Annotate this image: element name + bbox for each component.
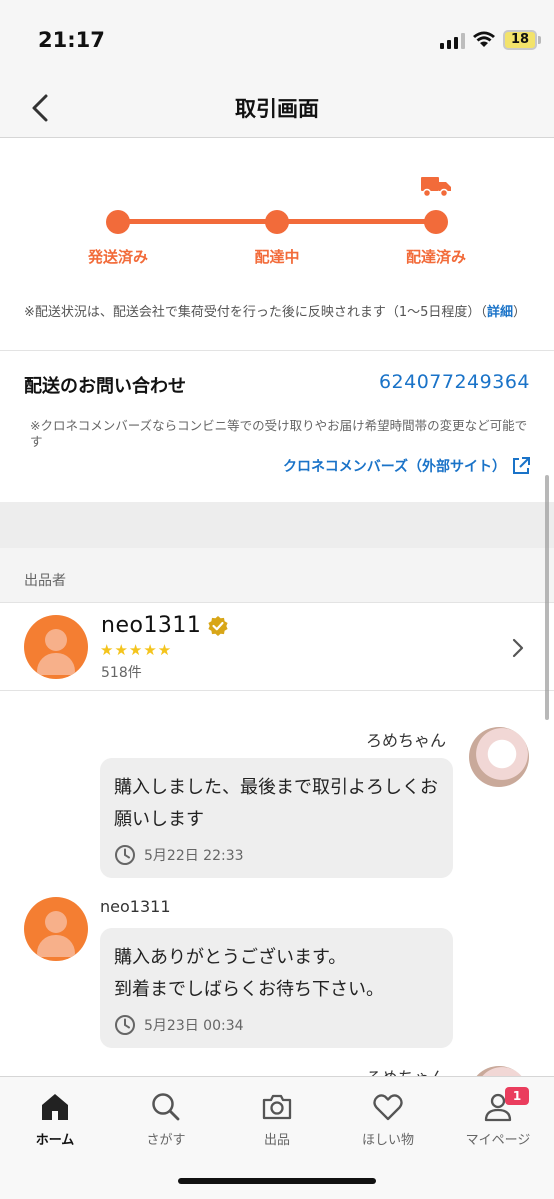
tab-label: ほしい物 [361, 1133, 414, 1148]
shipping-progress: 発送済み 配達中 配達済み ※配送状況は、配送会社で集荷受付を行った後に反映され… [0, 140, 554, 350]
tab-search[interactable]: さがす [111, 1091, 221, 1148]
wifi-icon [473, 31, 495, 47]
message-text: 購入ありがとうございます。 到着までしばらくお待ち下さい。 [114, 947, 384, 1000]
progress-note-end: ） [512, 305, 526, 320]
verified-badge-icon [208, 616, 228, 636]
status-time: 21:17 [38, 28, 105, 52]
status-bar: 21:17 18 [0, 0, 554, 80]
heart-icon [373, 1094, 403, 1121]
battery-tip [538, 36, 541, 44]
step-label-in-transit: 配達中 [254, 248, 300, 266]
external-link-icon [513, 457, 530, 474]
progress-dot-delivered [424, 210, 448, 234]
inquiry-note: ※クロネコメンバーズならコンビニ等での受け取りやお届け希望時間帯の変更など可能で… [30, 418, 528, 449]
page-title: 取引画面 [235, 97, 319, 121]
inquiry-title: 配送のお問い合わせ [24, 376, 186, 397]
message-bubble: 購入ありがとうございます。 到着までしばらくお待ち下さい。 5月23日 00:3… [100, 928, 453, 1048]
chevron-right-icon [512, 638, 524, 658]
message-timestamp: 5月22日 22:33 [114, 844, 244, 866]
progress-dot-in-transit [265, 210, 289, 234]
transaction-screen: 21:17 18 取引画面 発送済み 配達中 配達済み ※配送状況は、配送会社で… [0, 0, 554, 1199]
buyer-avatar [469, 727, 529, 787]
rating-stars: ★★★★★ [100, 641, 173, 659]
tab-label: ホーム [35, 1133, 75, 1148]
clock-icon [115, 845, 135, 865]
truck-icon [421, 177, 451, 198]
message-bubble: 購入しました、最後まで取引よろしくお願いします 5月22日 22:33 [100, 758, 453, 878]
kuroneko-link-label: クロネコメンバーズ（外部サイト） [282, 459, 506, 475]
seller-avatar [24, 615, 88, 679]
battery-icon: 18 [503, 30, 537, 50]
seller-heading: 出品者 [24, 573, 66, 589]
tab-label: 出品 [263, 1133, 290, 1148]
tab-mypage[interactable]: マイページ 1 [443, 1087, 553, 1148]
message-sender-buyer: ろめちゃん [366, 731, 447, 750]
tracking-number-link[interactable]: 624077249364 [379, 371, 530, 393]
clock-icon [115, 1015, 135, 1035]
tab-wishlist[interactable]: ほしい物 [333, 1091, 443, 1148]
progress-dot-shipped [106, 210, 130, 234]
message-timestamp: 5月23日 00:34 [114, 1014, 244, 1036]
seller-row[interactable]: neo1311 ★★★★★ 518件 [0, 602, 554, 691]
tab-label: マイページ [465, 1133, 531, 1148]
tab-sell[interactable]: 出品 [222, 1091, 332, 1148]
message-text: 購入しました、最後まで取引よろしくお願いします [114, 777, 438, 830]
message-time-text: 5月22日 22:33 [144, 848, 244, 864]
seller-name: neo1311 [101, 613, 202, 638]
seller-message-avatar [24, 897, 88, 961]
divider [0, 350, 554, 351]
progress-note: ※配送状況は、配送会社で集荷受付を行った後に反映されます（1〜5日程度）（詳細） [24, 302, 530, 323]
home-indicator [178, 1178, 376, 1184]
details-link[interactable]: 詳細 [487, 305, 513, 320]
message-time-text: 5月23日 00:34 [144, 1018, 244, 1034]
home-icon [42, 1094, 68, 1120]
step-label-delivered: 配達済み [405, 248, 466, 266]
tab-home[interactable]: ホーム [0, 1091, 110, 1148]
notification-badge: 1 [505, 1087, 529, 1105]
message-sender-seller: neo1311 [100, 897, 171, 916]
step-label-shipped: 発送済み [87, 248, 148, 266]
search-icon [152, 1093, 180, 1121]
signal-icon [440, 33, 466, 49]
section-separator [0, 502, 554, 548]
progress-note-text: ※配送状況は、配送会社で集荷受付を行った後に反映されます（1〜5日程度）（ [24, 305, 487, 320]
tab-label: さがす [146, 1133, 186, 1148]
seller-section-header [0, 548, 554, 602]
camera-icon [262, 1094, 292, 1120]
kuroneko-members-link[interactable]: クロネコメンバーズ（外部サイト） [283, 456, 530, 476]
nav-header: 取引画面 [0, 80, 554, 138]
review-count: 518件 [101, 665, 142, 681]
scrollbar[interactable] [545, 475, 549, 720]
